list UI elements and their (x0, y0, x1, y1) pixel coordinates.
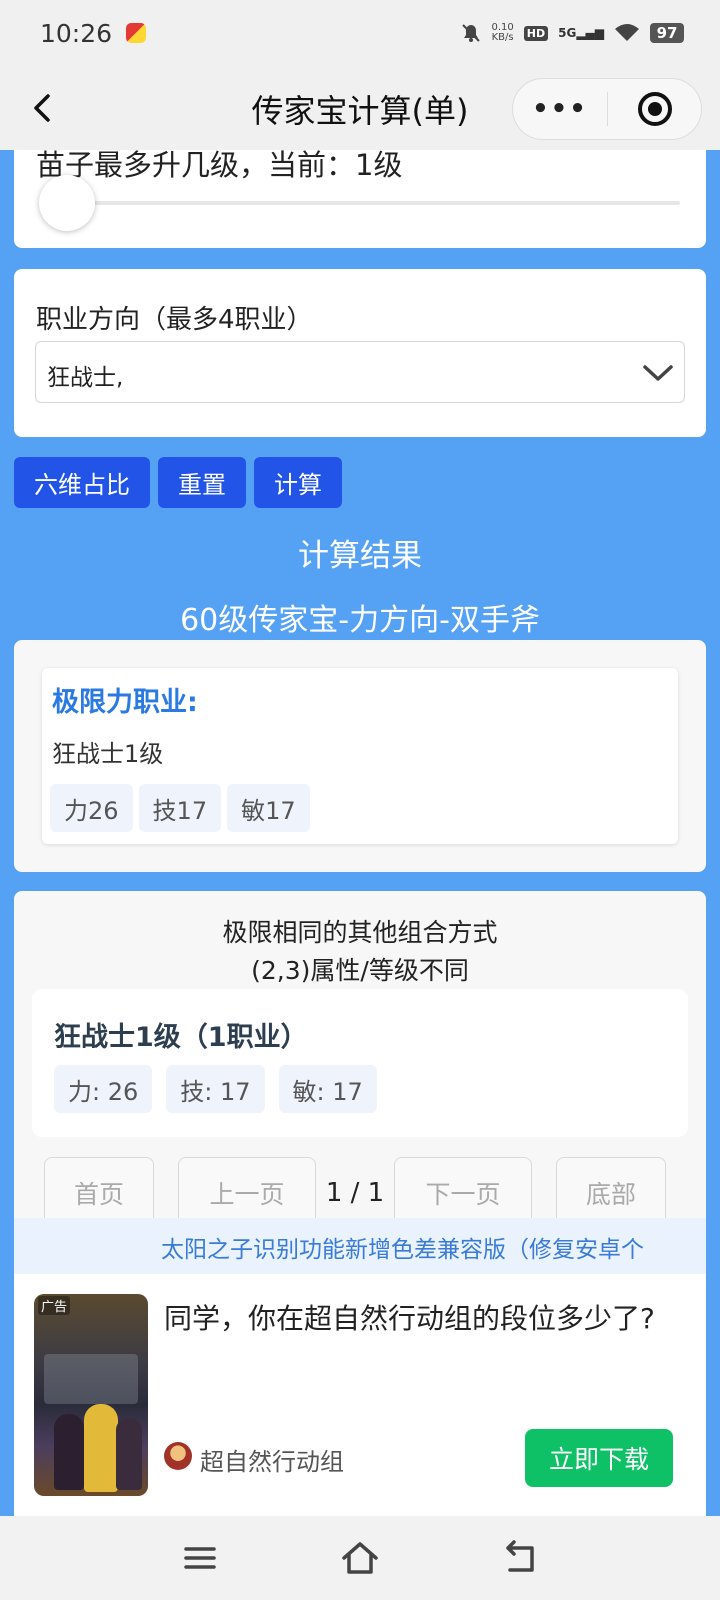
ad-banner[interactable]: 广告 同学，你在超自然行动组的段位多少了? 超自然行动组 立即下载 (14, 1274, 706, 1516)
others-subtitle: (2,3)属性/等级不同 (251, 956, 469, 985)
combo-title: 狂战士1级（1职业） (54, 1022, 308, 1053)
menu-icon[interactable] (180, 1538, 220, 1578)
stat-chip: 力26 (50, 784, 133, 832)
stat-chip: 敏: 17 (278, 1065, 377, 1113)
ad-figure (84, 1404, 118, 1492)
limit-result-panel: 极限力职业: 狂战士1级 力26 技17 敏17 (42, 668, 678, 844)
combo-stats: 力: 26 技: 17 敏: 17 (54, 1065, 377, 1113)
status-time: 10:26 (40, 18, 113, 48)
net-speed-unit: KB/s (491, 32, 514, 43)
stat-chip: 力: 26 (54, 1065, 153, 1113)
ad-figure (116, 1418, 142, 1490)
ad-scene (44, 1354, 138, 1404)
download-button[interactable]: 立即下载 (525, 1429, 673, 1487)
result-subtitle: 60级传家宝-力方向-双手斧 (180, 603, 540, 638)
app-notification-icon (126, 23, 147, 43)
status-bar: 10:26 0.10 KB/s HD 5G▂▄▆ 97 (0, 0, 720, 66)
action-buttons: 六维占比 重置 计算 (14, 457, 342, 508)
other-combos-card: 极限相同的其他组合方式 (2,3)属性/等级不同 狂战士1级（1职业） 力: 2… (14, 891, 706, 1229)
nav-bar: 传家宝计算(单) ••• (0, 66, 720, 150)
status-icons: 0.10 KB/s HD 5G▂▄▆ 97 (460, 22, 684, 44)
ad-tag: 广告 (38, 1296, 71, 1315)
ratio-button[interactable]: 六维占比 (14, 457, 150, 508)
reset-button[interactable]: 重置 (158, 457, 246, 508)
signal-icon: 5G▂▄▆ (558, 26, 604, 40)
limit-heading: 极限力职业: (52, 687, 198, 718)
battery-icon: 97 (650, 23, 684, 43)
chevron-down-icon (643, 365, 673, 381)
system-nav-bar (0, 1516, 720, 1600)
ad-headline[interactable]: 同学，你在超自然行动组的段位多少了? (164, 1298, 684, 1340)
ad-image[interactable]: 广告 (34, 1294, 148, 1496)
notice-text: 太阳之子识别功能新增色差兼容版（修复安卓个 (161, 1237, 644, 1263)
calc-button[interactable]: 计算 (254, 457, 342, 508)
career-select[interactable]: 狂战士, (35, 341, 685, 403)
notice-marquee[interactable]: 太阳之子识别功能新增色差兼容版（修复安卓个 (14, 1218, 706, 1274)
limit-stats: 力26 技17 敏17 (50, 784, 310, 832)
limit-level: 狂战士1级 (52, 740, 164, 768)
mini-program-capsule: ••• (512, 78, 702, 140)
limit-result-card: 极限力职业: 狂战士1级 力26 技17 敏17 (14, 640, 706, 872)
brand-avatar (164, 1442, 192, 1470)
hd-badge: HD (523, 25, 549, 41)
more-button[interactable]: ••• (513, 79, 607, 139)
slider-track[interactable] (64, 201, 680, 205)
more-icon: ••• (532, 94, 588, 124)
home-icon[interactable] (340, 1538, 380, 1578)
career-card: 职业方向（最多4职业） 狂战士, (14, 269, 706, 437)
back-icon[interactable] (30, 88, 54, 128)
stat-chip: 技: 17 (166, 1065, 265, 1113)
bell-muted-icon (461, 24, 480, 42)
slider-thumb[interactable] (39, 175, 95, 231)
wifi-icon (615, 24, 639, 41)
level-slider-card: 苗子最多升几级，当前：1级 (14, 150, 706, 248)
stat-chip: 技17 (138, 784, 222, 832)
target-dot (647, 102, 662, 116)
close-mini-program-button[interactable] (608, 79, 701, 139)
result-title: 计算结果 (298, 538, 422, 574)
career-select-value: 狂战士, (47, 365, 124, 391)
combo-item: 狂战士1级（1职业） 力: 26 技: 17 敏: 17 (32, 989, 688, 1137)
signal-label: 5G (558, 26, 577, 40)
back-nav-icon[interactable] (500, 1538, 540, 1578)
ad-brand: 超自然行动组 (200, 1448, 344, 1476)
target-icon (637, 92, 672, 126)
ad-figure (54, 1414, 84, 1490)
net-speed: 0.10 KB/s (492, 23, 514, 43)
others-title: 极限相同的其他组合方式 (222, 918, 498, 947)
career-label: 职业方向（最多4职业） (36, 305, 313, 335)
slider-label: 苗子最多升几级，当前：1级 (36, 150, 403, 182)
stat-chip: 敏17 (227, 784, 310, 832)
